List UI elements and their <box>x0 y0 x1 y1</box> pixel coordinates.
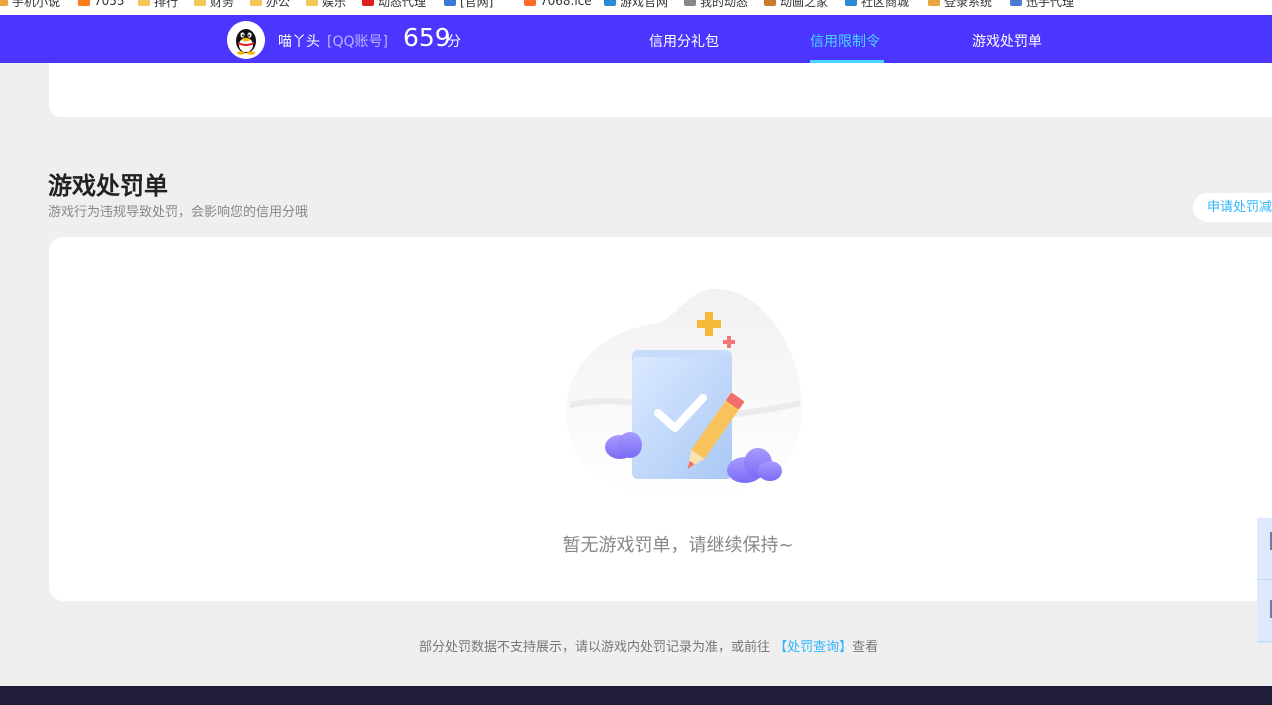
bookmark-item[interactable]: 办公 <box>250 0 290 9</box>
bookmark-icon <box>1010 0 1022 6</box>
bookmark-icon <box>684 0 696 6</box>
bookmark-icon <box>604 0 616 6</box>
browser-bookmarks-bar: 手机小说 7055 排行 财务 办公 娱乐 动态代理 [官网] 7068.ice… <box>0 0 1272 15</box>
user-name: 喵丫头 <box>278 34 320 50</box>
bookmark-item[interactable]: 登录系统 <box>928 0 992 9</box>
bookmark-item[interactable]: 动画之家 <box>764 0 828 9</box>
bookmark-item[interactable]: 我的动态 <box>684 0 748 9</box>
folder-icon <box>138 0 150 6</box>
side-toolbar-item[interactable] <box>1257 580 1272 642</box>
bookmark-item[interactable]: 游戏官网 <box>604 0 668 9</box>
bookmark-item[interactable]: [官网] <box>444 0 493 9</box>
folder-icon <box>250 0 262 6</box>
bookmark-item[interactable]: 7068.ice <box>524 0 592 8</box>
penalty-query-link[interactable]: 【处罚查询】 <box>774 640 852 655</box>
bookmark-icon <box>0 0 8 6</box>
bookmark-item[interactable]: 动态代理 <box>362 0 426 9</box>
bookmark-icon <box>928 0 940 6</box>
qq-penguin-icon <box>227 21 265 59</box>
apply-penalty-reduction-button[interactable]: 申请处罚减免 <box>1193 193 1272 222</box>
bookmark-icon <box>845 0 857 6</box>
tab-credit-gift[interactable]: 信用分礼包 <box>649 31 719 51</box>
bookmark-item[interactable]: 财务 <box>194 0 234 9</box>
side-floating-toolbar[interactable] <box>1257 518 1272 644</box>
empty-clipboard-icon <box>565 288 803 500</box>
bookmark-item[interactable]: 排行 <box>138 0 178 9</box>
active-tab-indicator <box>810 60 884 63</box>
bookmark-icon <box>764 0 776 6</box>
bookmark-item[interactable]: 7055 <box>78 0 125 8</box>
tab-credit-restriction[interactable]: 信用限制令 <box>810 31 880 51</box>
bookmark-item[interactable]: 娱乐 <box>306 0 346 9</box>
footer-note-prefix: 部分处罚数据不支持展示，请以游戏内处罚记录为准，或前往 <box>419 640 771 655</box>
footer-note-suffix: 查看 <box>852 640 879 655</box>
credit-score-unit: 分 <box>447 34 461 50</box>
top-navigation-bar: 喵丫头 [QQ账号] 659 分 信用分礼包 信用限制令 游戏处罚单 <box>0 15 1272 63</box>
footer-note: 部分处罚数据不支持展示，请以游戏内处罚记录为准，或前往 【处罚查询】查看 <box>419 636 878 655</box>
page-footer <box>0 686 1272 705</box>
bookmark-icon <box>444 0 456 6</box>
bookmark-icon <box>78 0 90 6</box>
folder-icon <box>306 0 318 6</box>
empty-state-illustration <box>560 285 810 505</box>
empty-state-message: 暂无游戏罚单，请继续保持~ <box>562 535 794 556</box>
bookmark-icon <box>362 0 374 6</box>
folder-icon <box>194 0 206 6</box>
account-type-label: [QQ账号] <box>327 34 388 50</box>
avatar[interactable] <box>227 21 265 59</box>
bookmark-item[interactable]: 迅手代理 <box>1010 0 1074 9</box>
bookmark-item[interactable]: 社区商城 <box>845 0 909 9</box>
tab-game-penalty[interactable]: 游戏处罚单 <box>972 31 1042 51</box>
bookmark-icon <box>524 0 536 6</box>
side-toolbar-item[interactable] <box>1257 518 1272 580</box>
section-title: 游戏处罚单 <box>48 172 168 200</box>
section-subtitle: 游戏行为违规导致处罚，会影响您的信用分哦 <box>48 205 309 220</box>
bookmark-item[interactable]: 手机小说 <box>0 0 60 9</box>
credit-score: 659 <box>403 23 451 52</box>
